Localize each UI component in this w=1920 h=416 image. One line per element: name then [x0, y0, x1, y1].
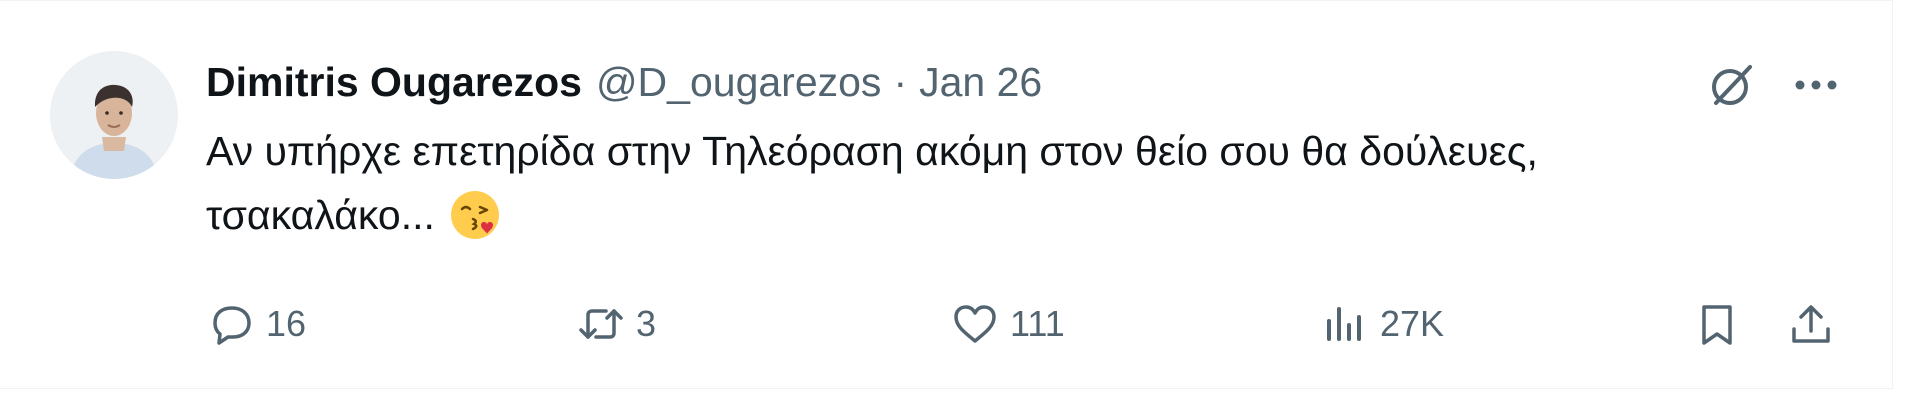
avatar[interactable]	[50, 51, 178, 179]
tweet-text-line-2-text: τσακαλάκο...	[206, 192, 435, 238]
reply-button[interactable]: 16	[206, 296, 306, 352]
tweet-text: Αν υπήρχε επετηρίδα στην Τηλεόραση ακόμη…	[206, 119, 1786, 247]
separator-dot: ·	[893, 58, 908, 105]
tweet-text-line-1: Αν υπήρχε επετηρίδα στην Τηλεόραση ακόμη…	[206, 128, 1538, 174]
tweet-date[interactable]: Jan 26	[919, 59, 1042, 106]
bookmark-button[interactable]	[1692, 296, 1742, 352]
avatar-image	[50, 51, 178, 179]
views-icon	[1327, 307, 1361, 341]
retweet-icon	[579, 309, 623, 339]
face-blowing-a-kiss-icon	[450, 191, 499, 239]
bookmark-icon	[1702, 305, 1732, 345]
share-icon	[1792, 305, 1830, 343]
reply-count: 16	[266, 303, 307, 344]
tweet-text-line-2: τσακαλάκο...	[206, 183, 1786, 247]
more-icon[interactable]	[1790, 63, 1842, 107]
reply-icon	[213, 306, 251, 345]
heart-icon	[954, 305, 996, 343]
tweet-header: Dimitris Ougarezos @D_ougarezos · Jan 26	[206, 57, 1042, 107]
views-count: 27K	[1380, 303, 1445, 344]
retweet-count: 3	[636, 303, 657, 344]
share-button[interactable]	[1786, 296, 1836, 352]
author-handle[interactable]: @D_ougarezos	[596, 59, 882, 106]
like-button[interactable]: 111	[950, 296, 1065, 352]
grok-icon[interactable]	[1706, 59, 1758, 111]
views-button[interactable]: 27K	[1320, 296, 1444, 352]
author-display-name[interactable]: Dimitris Ougarezos	[206, 59, 582, 106]
tweet-card[interactable]: Dimitris Ougarezos @D_ougarezos · Jan 26…	[0, 0, 1893, 389]
like-count: 111	[1010, 303, 1065, 344]
retweet-button[interactable]: 3	[576, 296, 656, 352]
